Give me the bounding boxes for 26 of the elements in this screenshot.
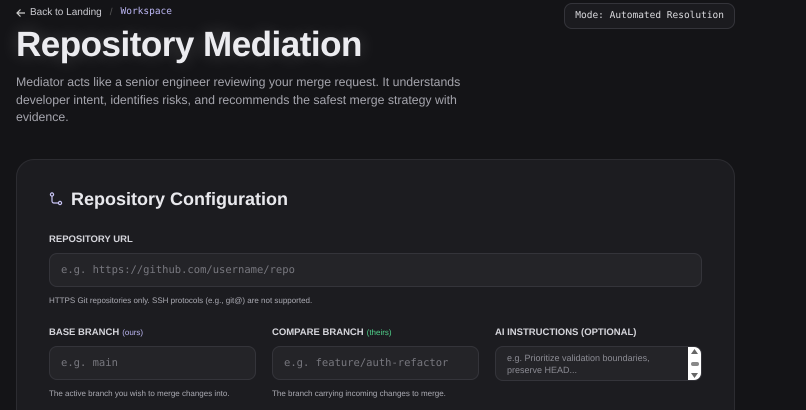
back-link[interactable]: Back to Landing — [16, 5, 102, 20]
field-label: AI INSTRUCTIONS (OPTIONAL) — [495, 327, 636, 338]
scroll-thumb-icon[interactable] — [690, 362, 698, 366]
help-text: The branch carrying incoming changes to merge. — [272, 388, 447, 400]
mode-badge: Mode: Automated Resolution — [564, 3, 735, 30]
field-label: BASE BRANCH — [49, 327, 120, 338]
page-title: Repository Mediation — [16, 27, 363, 62]
branch-side-tag: (theirs) — [366, 328, 392, 337]
field-label: REPOSITORY URL — [49, 232, 134, 247]
scrollbar[interactable] — [688, 347, 701, 380]
branch-side-tag: (ours) — [122, 328, 144, 337]
page-description: Mediator acts like a senior engineer reviewing your merge request. It understands developer intent, identifies risks, and recommends the safest merge strategy with evidence. — [16, 74, 462, 126]
instructions-field[interactable]: e.g. Prioritize validation boundaries, preserve HEAD... — [495, 346, 702, 382]
branch-icon — [49, 192, 63, 206]
help-text: HTTPS Git repositories only. SSH protocols (e.g., git@) are not supported. — [49, 295, 314, 307]
scroll-up-icon[interactable] — [691, 349, 698, 354]
section-heading: Repository Configuration — [71, 188, 288, 211]
breadcrumb-current: Workspace — [120, 5, 172, 20]
branch-field[interactable]: e.g. feature/auth-refactor — [272, 346, 479, 380]
breadcrumb-separator: / — [110, 6, 112, 20]
back-arrow-icon — [16, 8, 26, 18]
branch-field[interactable]: e.g. main — [49, 346, 256, 380]
field-label: COMPARE BRANCH — [272, 327, 364, 338]
scroll-down-icon[interactable] — [691, 373, 698, 378]
help-text: The active branch you wish to merge changes into. — [49, 388, 231, 400]
repository-url-field[interactable]: e.g. https://github.com/username/repo — [49, 253, 702, 287]
